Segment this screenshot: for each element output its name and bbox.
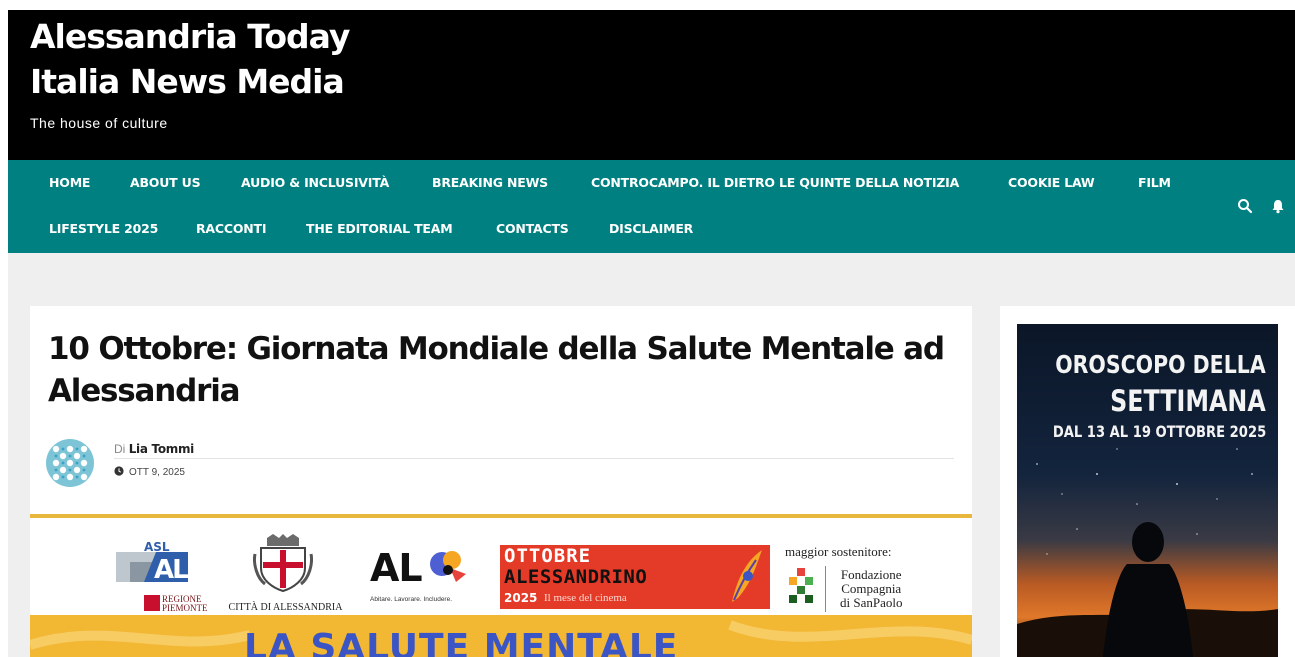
fondazione-line-3: di SanPaolo	[840, 595, 903, 610]
byline: Di Lia Tommi	[114, 442, 194, 456]
sponsor-logo-strip: ASL AL REGIONE PIEMONTE CITTÀ DI ALESSAN…	[30, 518, 972, 616]
article-featured-image[interactable]: ASL AL REGIONE PIEMONTE CITTÀ DI ALESSAN…	[30, 514, 972, 657]
nav-item-home[interactable]: HOME	[49, 175, 90, 191]
al-abitare-logo: AL Abitare. Lavorare. Includere.	[370, 544, 480, 610]
site-title-line-2: Italia News Media	[30, 62, 345, 101]
site-header: Alessandria Today Italia News Media The …	[8, 10, 1295, 160]
fondazione-name: Fondazione Compagnia di SanPaolo	[840, 568, 902, 610]
nav-item-lifestyle-2025[interactable]: LIFESTYLE 2025	[49, 221, 158, 237]
nav-item-racconti[interactable]: RACCONTI	[196, 221, 267, 237]
site-title-line-1: Alessandria Today	[30, 17, 350, 56]
nav-item-contacts[interactable]: CONTACTS	[496, 221, 569, 237]
fondazione-divider	[825, 566, 826, 612]
ottobre-alessandrino-logo: OTTOBRE ALESSANDRINO 2025 Il mese del ci…	[500, 545, 770, 609]
site-title-link[interactable]: Alessandria Today Italia News Media	[30, 14, 350, 104]
sponsor-label: maggior sostenitore:	[785, 544, 892, 559]
horoscope-ad-image[interactable]: OROSCOPO DELLA SETTIMANA DAL 13 AL 19 OT…	[1017, 324, 1278, 657]
citta-text: CITTÀ DI ALESSANDRIA	[228, 602, 343, 613]
fondazione-line-1: Fondazione	[840, 567, 902, 582]
asl-text: ASL	[144, 540, 170, 554]
meta-divider	[114, 458, 954, 459]
clock-icon	[114, 466, 124, 479]
search-icon[interactable]	[1237, 198, 1253, 214]
horoscope-ad-line-3: DAL 13 AL 19 OTTOBRE 2025	[1052, 422, 1266, 441]
nav-item-film[interactable]: FILM	[1138, 175, 1171, 191]
post-date[interactable]: OTT 9, 2025	[114, 466, 185, 479]
feather-icon	[732, 550, 762, 602]
salute-mentale-band: LA SALUTE MENTALE	[30, 615, 972, 657]
bell-icon[interactable]	[1270, 198, 1286, 214]
alessandrino-text: ALESSANDRINO	[504, 566, 648, 588]
ottobre-year: 2025	[504, 591, 538, 605]
article-card: 10 Ottobre: Giornata Mondiale della Salu…	[30, 306, 972, 657]
horoscope-ad-line-2: SETTIMANA	[1110, 384, 1266, 418]
post-date-text: OTT 9, 2025	[129, 467, 185, 478]
al-logo-text: AL	[370, 546, 423, 590]
ottobre-subtitle: Il mese del cinema	[544, 592, 627, 604]
fondazione-line-2: Compagnia	[841, 581, 902, 596]
asl-al-text: AL	[154, 555, 189, 585]
main-nav: HOME ABOUT US AUDIO & INCLUSIVITÀ BREAKI…	[8, 160, 1295, 253]
citta-alessandria-logo: CITTÀ DI ALESSANDRIA	[223, 534, 348, 614]
regione-badge-icon	[144, 595, 160, 611]
nav-item-breaking-news[interactable]: BREAKING NEWS	[432, 175, 548, 191]
al-sub-text: Abitare. Lavorare. Includere.	[370, 596, 453, 603]
nav-item-about-us[interactable]: ABOUT US	[130, 175, 201, 191]
author-link[interactable]: Lia Tommi	[129, 442, 195, 456]
article-title[interactable]: 10 Ottobre: Giornata Mondiale della Salu…	[48, 328, 948, 412]
nav-item-cookie-law[interactable]: COOKIE LAW	[1008, 175, 1095, 191]
site-tagline: The house of culture	[30, 115, 168, 131]
author-avatar[interactable]	[46, 439, 94, 487]
nav-item-controcampo[interactable]: CONTROCAMPO. IL DIETRO LE QUINTE DELLA N…	[591, 175, 959, 191]
horoscope-ad-line-1: OROSCOPO DELLA	[1055, 350, 1266, 379]
ottobre-text: OTTOBRE	[504, 545, 592, 567]
byline-prefix: Di	[114, 442, 126, 456]
asl-al-logo: ASL AL REGIONE PIEMONTE	[116, 538, 211, 613]
nav-item-editorial-team[interactable]: THE EDITORIAL TEAM	[306, 221, 453, 237]
nav-item-disclaimer[interactable]: DISCLAIMER	[609, 221, 693, 237]
salute-mentale-text: LA SALUTE MENTALE	[244, 627, 679, 657]
fondazione-pixel-icon	[789, 568, 813, 603]
regione-text-2: PIEMONTE	[162, 603, 208, 613]
nav-item-audio-inclusivita[interactable]: AUDIO & INCLUSIVITÀ	[241, 175, 389, 191]
